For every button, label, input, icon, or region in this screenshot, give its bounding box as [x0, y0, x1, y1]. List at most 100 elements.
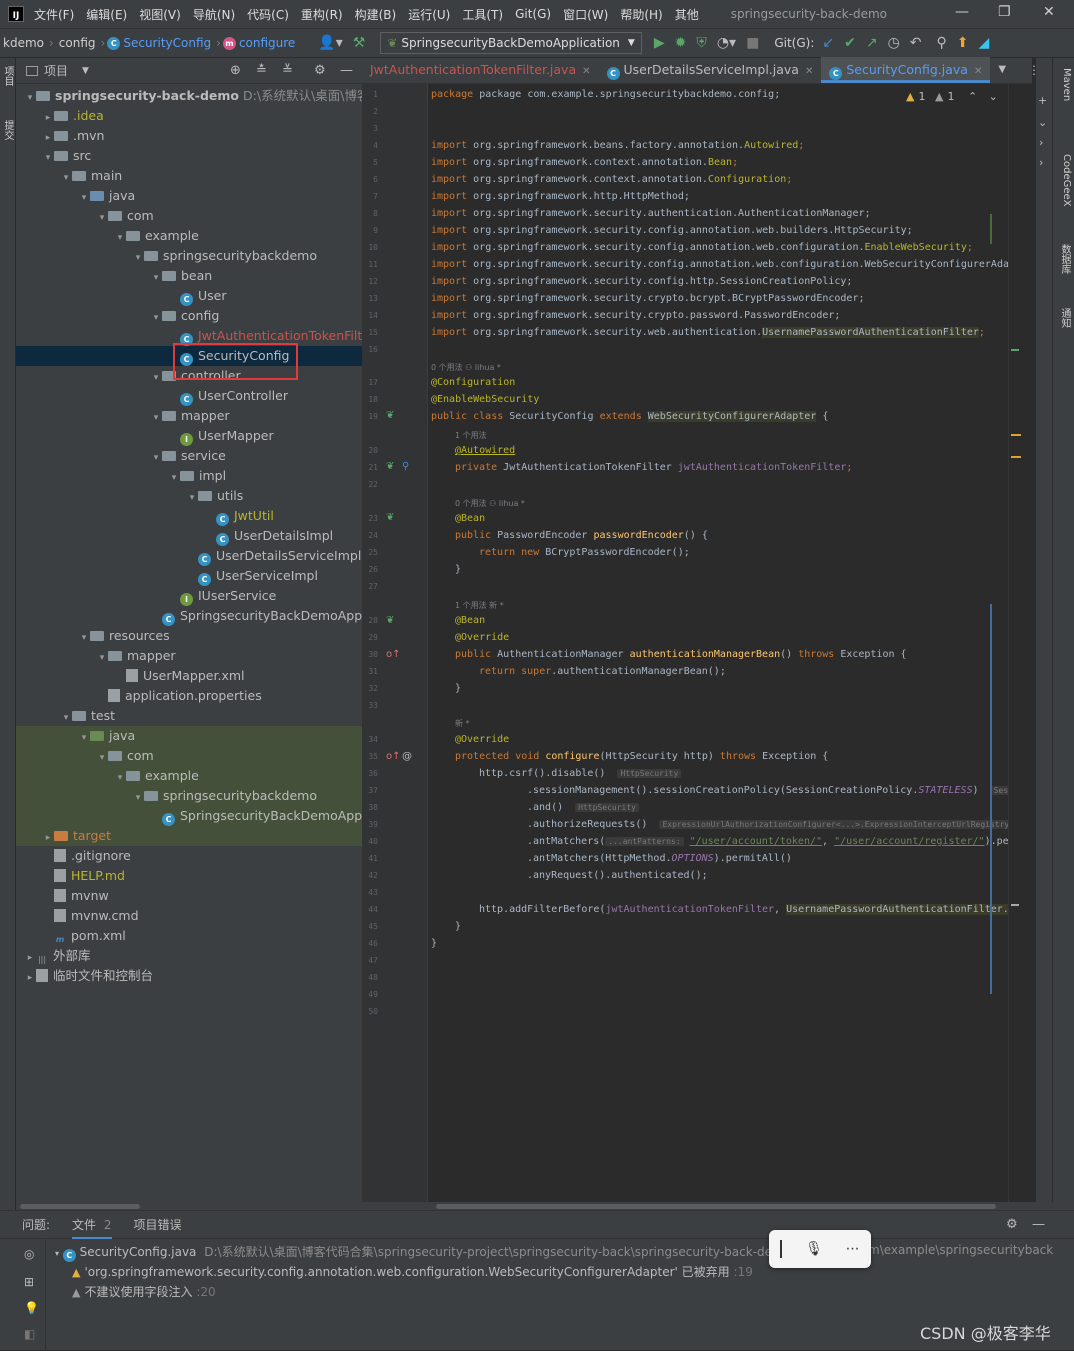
gear-icon[interactable]: ⚙ — [1006, 1217, 1018, 1232]
scroll-thumb[interactable] — [436, 1204, 996, 1209]
project-panel-title[interactable]: 项目 — [44, 62, 68, 79]
chevron-down-icon[interactable]: ▾ — [150, 368, 162, 386]
user-icon[interactable]: 👤▾ — [318, 35, 342, 51]
chevron-down-icon[interactable]: ▾ — [78, 628, 90, 646]
chevron-down-icon[interactable]: ▾ — [132, 248, 144, 266]
tree-item[interactable]: ▸ 临时文件和控制台 — [16, 966, 362, 986]
next-highlight-icon[interactable]: ⌄ — [989, 90, 998, 103]
breadcrumb-class[interactable]: SecurityConfig — [123, 36, 211, 50]
tree-item[interactable]: C JwtUtil — [16, 506, 362, 526]
git-push-icon[interactable]: ↗ — [866, 35, 878, 51]
breadcrumb-project[interactable]: kdemo — [3, 36, 44, 50]
chevron-down-icon[interactable]: ▾ — [60, 708, 72, 726]
tree-item[interactable]: ▾ mapper — [16, 646, 362, 666]
menu-tools[interactable]: 工具(T) — [462, 6, 503, 23]
tree-item[interactable]: ▾ springsecuritybackdemo — [16, 786, 362, 806]
tree-item[interactable]: ▾ com — [16, 206, 362, 226]
close-tab-icon[interactable]: ✕ — [974, 66, 982, 77]
tree-item[interactable]: ▾ com — [16, 746, 362, 766]
run-configuration-select[interactable]: ❦ SpringsecurityBackDemoApplication ▼ — [380, 32, 642, 54]
tree-item[interactable]: C UserServiceImpl — [16, 566, 362, 586]
close-window-icon[interactable]: ✕ — [1043, 4, 1055, 20]
inspection-widget[interactable]: ▲ 1 ▲ 1 ⌃ ⌄ — [906, 90, 998, 103]
close-tab-icon[interactable]: ✕ — [582, 66, 590, 77]
chevron-down-icon[interactable]: ▾ — [42, 148, 54, 166]
notifications-tool-tab[interactable]: 通知 — [1056, 308, 1072, 328]
bean-gutter-icon[interactable]: ❦ — [386, 512, 394, 523]
bean-gutter-icon[interactable]: ❦ — [386, 461, 394, 472]
chevron-down-icon[interactable]: ⌄ — [1038, 116, 1047, 129]
tree-item[interactable]: C UserController — [16, 386, 362, 406]
mic-icon[interactable]: 🎙 — [805, 1241, 823, 1257]
tree-item[interactable]: ▾ example — [16, 226, 362, 246]
build-hammer-icon[interactable]: ⚒ — [353, 35, 366, 51]
tree-item[interactable]: ▾ main — [16, 166, 362, 186]
chevron-down-icon[interactable]: ▾ — [24, 88, 36, 106]
tree-item[interactable]: ▾ springsecuritybackdemo — [16, 246, 362, 266]
usage-hint[interactable]: 1 个用法 新 * — [455, 600, 504, 611]
chevron-down-icon[interactable]: ▾ — [78, 728, 90, 746]
chevron-down-icon[interactable]: ▾ — [186, 488, 198, 506]
bean-gutter-icon[interactable]: ❦ — [386, 410, 394, 421]
search-icon[interactable]: ⚲ — [937, 35, 947, 51]
plugin-icon[interactable]: ◢ — [979, 35, 990, 51]
chevron-right-icon[interactable]: ▸ — [24, 968, 36, 986]
chevron-right-icon[interactable]: › — [1039, 136, 1043, 149]
chevron-down-icon[interactable]: ▾ — [96, 748, 108, 766]
git-commit-icon[interactable]: ✔ — [844, 35, 856, 51]
chevron-down-icon[interactable]: ▾ — [150, 268, 162, 286]
run-icon[interactable]: ▶ — [654, 35, 665, 51]
tree-item[interactable]: ▸ .mvn — [16, 126, 362, 146]
tree-item[interactable]: ▾ java — [16, 726, 362, 746]
tree-item[interactable]: C UserDetailsImpl — [16, 526, 362, 546]
refresh-icon[interactable]: ◎ — [24, 1247, 34, 1261]
chevron-right-icon[interactable]: ▸ — [42, 828, 54, 846]
collapse-all-icon[interactable]: ≚ — [282, 63, 293, 78]
prev-highlight-icon[interactable]: ⌃ — [968, 90, 977, 103]
tree-item[interactable]: ▸ target — [16, 826, 362, 846]
menu-navigate[interactable]: 导航(N) — [193, 6, 235, 23]
stop-icon[interactable]: ■ — [746, 35, 759, 51]
tree-item[interactable]: mvnw — [16, 886, 362, 906]
tree-item[interactable]: mvnw.cmd — [16, 906, 362, 926]
menu-help[interactable]: 帮助(H) — [620, 6, 662, 23]
chevron-down-icon[interactable]: ▾ — [150, 448, 162, 466]
tab-jwt-filter[interactable]: JwtAuthenticationTokenFilter.java ✕ — [362, 57, 599, 83]
drag-handle-icon[interactable] — [780, 1240, 783, 1258]
tree-item[interactable]: C User — [16, 286, 362, 306]
tree-item[interactable]: ▾ utils — [16, 486, 362, 506]
breadcrumb-config[interactable]: config — [59, 36, 96, 50]
chevron-right-icon[interactable]: ▸ — [42, 108, 54, 126]
problem-row[interactable]: ▲'org.springframework.security.config.an… — [72, 1263, 753, 1280]
usage-hint[interactable]: 新 * — [455, 718, 470, 729]
scroll-thumb[interactable] — [20, 1204, 140, 1209]
gear-icon[interactable]: ⚙ — [314, 63, 326, 78]
chevron-down-icon[interactable]: ▾ — [114, 228, 126, 246]
restore-icon[interactable]: ❐ — [998, 4, 1011, 20]
chevron-down-icon[interactable]: ▾ — [60, 168, 72, 186]
tree-item[interactable]: ▾ service — [16, 446, 362, 466]
menu-file[interactable]: 文件(F) — [34, 6, 74, 23]
tree-item[interactable]: m pom.xml — [16, 926, 362, 946]
add-icon[interactable]: + — [1038, 94, 1047, 107]
git-update-icon[interactable]: ↙ — [822, 35, 834, 51]
database-tool-tab[interactable]: 数据库 — [1056, 244, 1072, 274]
rollback-icon[interactable]: ↶ — [910, 35, 922, 51]
autowire-gutter-icon[interactable]: ⚲ — [402, 461, 409, 472]
close-tab-icon[interactable]: ✕ — [805, 66, 813, 77]
menu-git[interactable]: Git(G) — [515, 7, 551, 21]
breadcrumb-method[interactable]: configure — [239, 36, 295, 50]
tree-item[interactable]: ▾ example — [16, 766, 362, 786]
preview-icon[interactable]: ◧ — [24, 1327, 35, 1341]
chevron-down-icon[interactable]: ▾ — [114, 768, 126, 786]
code-editor[interactable]: ▲ 1 ▲ 1 ⌃ ⌄ package package com.example.sp… — [428, 84, 1008, 1210]
lightbulb-icon[interactable]: 💡 — [24, 1301, 39, 1315]
horizontal-scrollbar[interactable] — [16, 1202, 1074, 1210]
locate-icon[interactable]: ⊕ — [230, 63, 241, 78]
maven-tool-tab[interactable]: Maven — [1056, 68, 1072, 101]
project-tool-tab[interactable]: 项目 — [1, 66, 15, 86]
tree-item[interactable]: C SpringsecurityBackDemoAppli — [16, 806, 362, 826]
chevron-down-icon[interactable]: ▾ — [78, 188, 90, 206]
menu-build[interactable]: 构建(B) — [355, 6, 397, 23]
menu-run[interactable]: 运行(U) — [408, 6, 450, 23]
